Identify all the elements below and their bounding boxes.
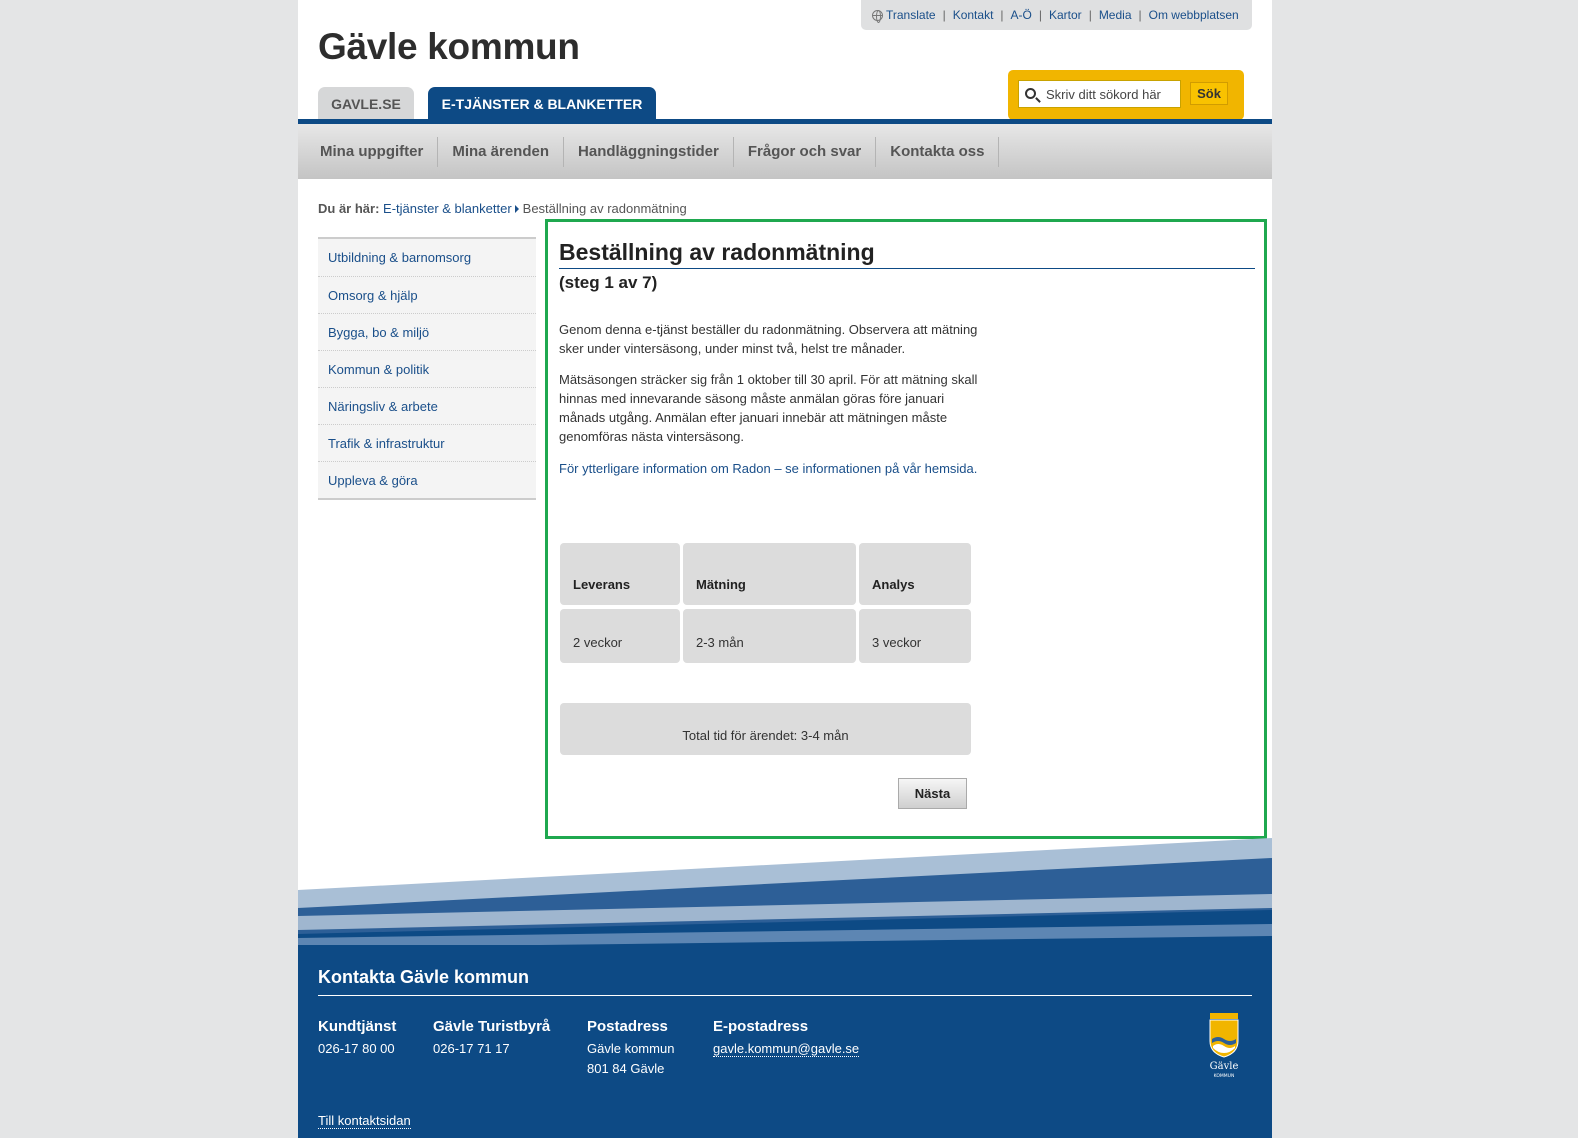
- gavle-crest-icon: Gävle KOMMUN: [1209, 1013, 1239, 1079]
- search-box: Skriv ditt sökord här Sök: [1008, 70, 1244, 120]
- sidenav-item-bygga[interactable]: Bygga, bo & miljö: [318, 313, 536, 350]
- side-nav: Utbildning & barnomsorg Omsorg & hjälp B…: [318, 237, 536, 500]
- utility-links: Translate | Kontakt | A-Ö | Kartor | Med…: [861, 0, 1252, 30]
- chevron-right-icon: [514, 205, 519, 213]
- breadcrumb: Du är här: E-tjänster & blanketter Bestäl…: [318, 201, 687, 216]
- sidenav-item-kommun[interactable]: Kommun & politik: [318, 350, 536, 387]
- step-indicator: (steg 1 av 7): [559, 273, 658, 292]
- table-header-leverans: Leverans: [560, 543, 680, 605]
- crest-text: Gävle: [1210, 1061, 1239, 1072]
- tab-e-tjanster[interactable]: E-TJÄNSTER & BLANKETTER: [428, 87, 656, 120]
- kontakt-link[interactable]: Kontakt: [953, 8, 994, 22]
- table-header-matning: Mätning: [683, 543, 856, 605]
- search-input[interactable]: Skriv ditt sökord här: [1018, 80, 1181, 108]
- intro-paragraph: Genom denna e-tjänst beställer du radonm…: [559, 322, 978, 356]
- sidenav-item-utbildning[interactable]: Utbildning & barnomsorg: [318, 239, 536, 276]
- tab-gavle-se[interactable]: GAVLE.SE: [318, 87, 414, 120]
- radon-info-link[interactable]: För ytterligare information om Radon – s…: [559, 459, 979, 478]
- search-icon: [1025, 88, 1036, 99]
- kartor-link[interactable]: Kartor: [1049, 8, 1082, 22]
- nav-fragor-och-svar[interactable]: Frågor och svar: [734, 136, 877, 167]
- main-nav: Mina uppgifter Mina ärenden Handläggning…: [298, 124, 1272, 179]
- search-button[interactable]: Sök: [1190, 82, 1228, 105]
- breadcrumb-link[interactable]: E-tjänster & blanketter: [383, 201, 512, 216]
- media-link[interactable]: Media: [1099, 8, 1132, 22]
- footer-kundtjanst: Kundtjänst 026-17 80 00: [318, 1018, 397, 1056]
- site-logo[interactable]: Gävle kommun: [318, 26, 580, 68]
- table-cell-matning: 2-3 mån: [683, 609, 856, 663]
- footer: Kontakta Gävle kommun Kundtjänst 026-17 …: [298, 945, 1272, 1138]
- table-cell-leverans: 2 veckor: [560, 609, 680, 663]
- page: Translate | Kontakt | A-Ö | Kartor | Med…: [298, 0, 1272, 1138]
- table-header-analys: Analys: [859, 543, 971, 605]
- breadcrumb-current: Beställning av radonmätning: [522, 201, 687, 216]
- contact-page-link[interactable]: Till kontaktsidan: [318, 1113, 411, 1129]
- crest-subtext: KOMMUN: [1214, 1073, 1235, 1079]
- breadcrumb-prefix: Du är här:: [318, 201, 380, 216]
- season-paragraph: Mätsäsongen sträcker sig från 1 oktober …: [559, 372, 978, 444]
- next-button[interactable]: Nästa: [898, 778, 967, 809]
- footer-turistbyra: Gävle Turistbyrå 026-17 71 17: [433, 1018, 551, 1056]
- sidenav-item-naringsliv[interactable]: Näringsliv & arbete: [318, 387, 536, 424]
- search-placeholder: Skriv ditt sökord här: [1046, 86, 1161, 102]
- table-cell-analys: 3 veckor: [859, 609, 971, 663]
- om-webbplatsen-link[interactable]: Om webbplatsen: [1149, 8, 1239, 22]
- nav-kontakta-oss[interactable]: Kontakta oss: [876, 136, 1000, 167]
- footer-epost: E-postadress gavle.kommun@gavle.se: [713, 1018, 860, 1057]
- page-title: Beställning av radonmätning: [559, 239, 1255, 269]
- nav-handlaggningstider[interactable]: Handläggningstider: [564, 136, 734, 167]
- email-link[interactable]: gavle.kommun@gavle.se: [713, 1041, 860, 1057]
- sidenav-item-uppleva[interactable]: Uppleva & göra: [318, 461, 536, 498]
- translate-link[interactable]: Translate: [886, 8, 936, 22]
- footer-postadress: Postadress Gävle kommun 801 84 Gävle: [587, 1018, 675, 1076]
- main-content: Beställning av radonmätning (steg 1 av 7…: [545, 219, 1267, 839]
- a-o-link[interactable]: A-Ö: [1011, 8, 1032, 22]
- sidenav-item-trafik[interactable]: Trafik & infrastruktur: [318, 424, 536, 461]
- globe-icon: [872, 9, 883, 23]
- footer-wave-decoration: [298, 838, 1272, 948]
- nav-mina-uppgifter[interactable]: Mina uppgifter: [306, 136, 439, 167]
- sidenav-item-omsorg[interactable]: Omsorg & hjälp: [318, 276, 536, 313]
- total-time: Total tid för ärendet: 3-4 mån: [560, 703, 971, 755]
- nav-mina-arenden[interactable]: Mina ärenden: [438, 136, 565, 167]
- footer-title: Kontakta Gävle kommun: [318, 967, 1252, 996]
